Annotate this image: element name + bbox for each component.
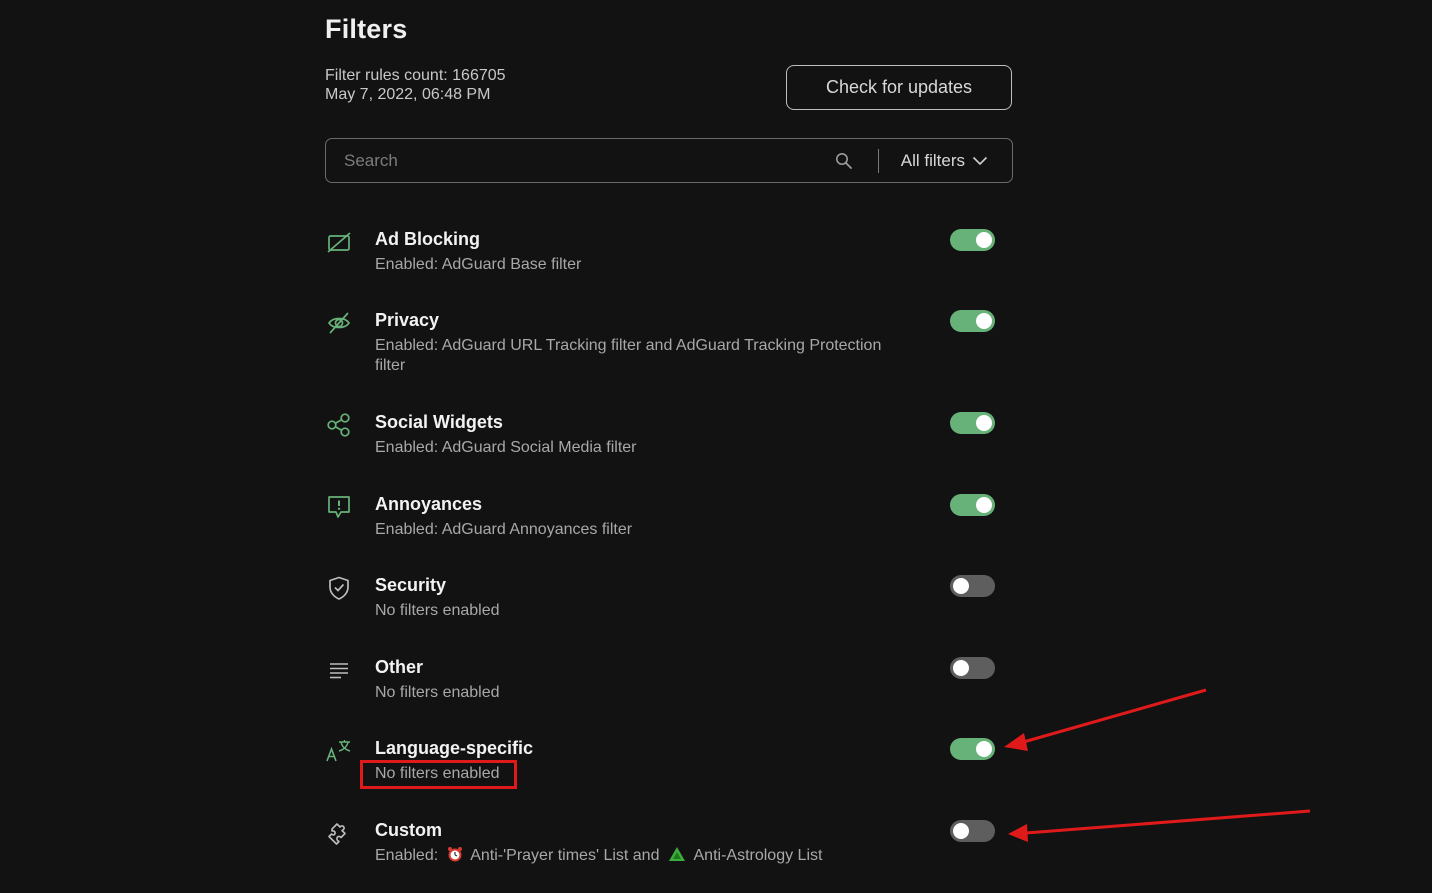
- toggle-other[interactable]: [950, 657, 995, 679]
- alert-message-icon: [325, 493, 353, 521]
- privacy-eye-off-icon: [325, 309, 353, 337]
- green-triangle-icon: [668, 846, 686, 868]
- toggle-annoyances[interactable]: [950, 494, 995, 516]
- translate-icon: [325, 737, 353, 765]
- toggle-social-widgets[interactable]: [950, 412, 995, 434]
- chevron-down-icon: [972, 156, 988, 165]
- search-divider: [877, 148, 879, 173]
- group-title: Annoyances: [375, 494, 483, 514]
- group-title: Custom: [375, 820, 442, 840]
- alarm-clock-icon: [447, 846, 463, 868]
- group-title: Ad Blocking: [375, 229, 481, 249]
- puzzle-icon: [325, 819, 353, 847]
- search-icon[interactable]: [834, 151, 854, 171]
- all-filters-label: All filters: [900, 150, 965, 170]
- shield-check-icon: [325, 574, 353, 602]
- annotation-arrow-custom-toggle: [1008, 809, 1311, 842]
- group-title: Language-specific: [375, 738, 534, 758]
- group-title: Privacy: [375, 310, 440, 330]
- toggle-ad-blocking[interactable]: [950, 229, 995, 251]
- annotation-highlight-box: [360, 760, 517, 789]
- filter-meta: Filter rules count: 166705 May 7, 2022, …: [325, 66, 506, 104]
- group-description: No filters enabled: [375, 684, 500, 701]
- last-update-time: May 7, 2022, 06:48 PM: [325, 86, 491, 103]
- all-filters-dropdown[interactable]: All filters: [901, 151, 988, 171]
- page-title: Filters: [325, 14, 408, 44]
- group-title: Other: [375, 657, 424, 677]
- group-title: Social Widgets: [375, 412, 503, 432]
- toggle-privacy[interactable]: [950, 310, 995, 332]
- filters-page: Filters Filter rules count: 166705 May 7…: [0, 0, 1432, 893]
- search-bar: All filters: [325, 138, 1013, 183]
- check-for-updates-button[interactable]: Check for updates: [786, 65, 1012, 110]
- share-icon: [325, 411, 353, 439]
- lines-icon: [325, 656, 353, 684]
- ad-blocking-icon: [325, 228, 353, 256]
- group-description: Enabled: AdGuard Base filter: [375, 256, 582, 273]
- group-description: Enabled: AdGuard URL Tracking filter and…: [375, 337, 882, 374]
- custom-filter-item-1: Anti-'Prayer times' List and: [470, 847, 660, 864]
- custom-filter-item-2: Anti-Astrology List: [693, 847, 823, 864]
- annotation-arrow-language-toggle: [1004, 688, 1207, 751]
- toggle-custom[interactable]: [950, 820, 995, 842]
- filter-rules-count: Filter rules count: 166705: [325, 67, 506, 84]
- group-description: Enabled: AdGuard Social Media filter: [375, 439, 637, 456]
- description-prefix: Enabled:: [375, 847, 439, 864]
- group-description: No filters enabled: [375, 602, 500, 619]
- group-description: Enabled: AdGuard Annoyances filter: [375, 521, 633, 538]
- toggle-language-specific[interactable]: [950, 738, 995, 760]
- toggle-security[interactable]: [950, 575, 995, 597]
- group-description: Enabled: Anti-'Prayer times' List and An…: [375, 846, 895, 868]
- group-title: Security: [375, 575, 447, 595]
- search-input[interactable]: [326, 138, 834, 183]
